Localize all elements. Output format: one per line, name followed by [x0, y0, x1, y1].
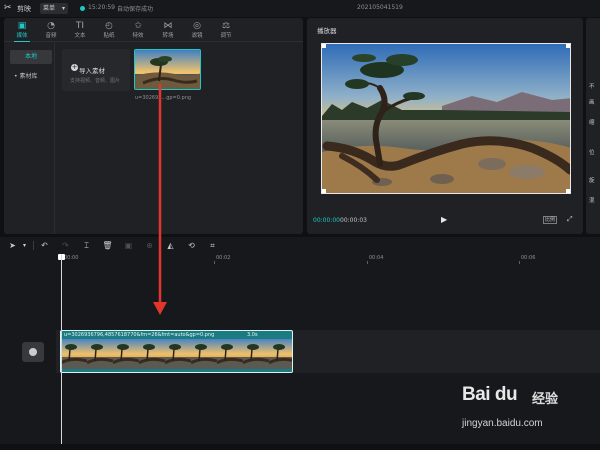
import-label: 导入素材 — [79, 67, 105, 75]
play-icon[interactable]: ▶ — [441, 215, 447, 224]
watermark-brand: Bai du — [462, 384, 518, 405]
tab-label: 文本 — [74, 33, 86, 39]
tab-audio[interactable]: ◔ 音频 — [37, 20, 65, 42]
media-panel: ▣ 媒体 ◔ 音频 TI 文本 ◴ 贴纸 ✩ 特效 ⋈ 转场 ◎ 滤镜 ⚖ 调节 — [4, 18, 303, 234]
media-item-name: u=302693...gp=0.png — [135, 95, 192, 101]
player-title: 播放器 — [317, 27, 337, 35]
total-time: 00:00:03 — [340, 217, 367, 224]
resize-handle[interactable] — [322, 44, 326, 48]
import-hint: 支持视频、音频、图片 — [70, 78, 121, 84]
tab-label: 媒体 — [16, 33, 28, 39]
video-preview[interactable] — [321, 43, 571, 194]
delete-icon[interactable]: 🗑 — [102, 240, 113, 251]
menu-label: 菜单 — [43, 5, 56, 12]
reverse-icon[interactable]: ⊕ — [144, 240, 155, 251]
rotate-icon[interactable]: ⟲ — [186, 240, 197, 251]
chevron-down-icon: ▾ — [61, 5, 65, 12]
tab-label: 转场 — [162, 33, 174, 39]
plus-icon: + — [71, 63, 78, 71]
transition-icon: ⋈ — [163, 21, 173, 31]
tab-filter[interactable]: ◎ 滤镜 — [183, 20, 211, 42]
media-thumbnail[interactable] — [134, 49, 201, 90]
adjust-icon: ⚖ — [221, 21, 231, 31]
resize-handle[interactable] — [566, 189, 570, 193]
filter-icon: ◎ — [193, 21, 201, 31]
property-label: 不 — [589, 84, 595, 90]
property-label: 旋 — [589, 178, 595, 184]
divider — [33, 241, 34, 250]
property-label: 位 — [589, 150, 595, 156]
tab-sticker[interactable]: ◴ 贴纸 — [95, 20, 123, 42]
tree-image — [135, 50, 200, 89]
playhead[interactable] — [61, 254, 62, 450]
watermark-url: jingyan.baidu.com — [462, 418, 543, 429]
property-label: 缩 — [589, 120, 595, 126]
ruler-label: 00:06 — [521, 255, 536, 261]
mirror-icon[interactable]: ◭ — [165, 240, 176, 251]
fullscreen-icon[interactable]: ⤢ — [567, 215, 573, 224]
sidebar-item-library[interactable]: • 素材库 — [10, 70, 52, 84]
tree-preview-image — [322, 44, 570, 193]
select-cursor-icon[interactable]: ➤ — [7, 240, 18, 251]
save-status: 自动保存成功 — [117, 6, 154, 13]
resize-handle[interactable] — [322, 189, 326, 193]
tab-label: 音频 — [45, 33, 57, 39]
chevron-down-icon[interactable]: ▾ — [19, 240, 30, 251]
baidu-watermark: Bai du 经验 jingyan.baidu.com — [462, 384, 592, 440]
ruler-tick — [519, 261, 520, 264]
property-label: 画 — [589, 100, 595, 106]
player-panel: 播放器 00:00:00 00:00:03 ▶ 比例 ⤢ — [307, 18, 583, 234]
cover-button[interactable] — [22, 342, 44, 362]
app-logo-icon: ✂ — [4, 3, 12, 13]
media-icon: ▣ — [17, 21, 27, 31]
tab-label: 滤镜 — [191, 33, 203, 39]
clip-duration: 3.0s — [247, 332, 258, 338]
ruler-label: 00:00 — [64, 255, 79, 261]
property-label: 混 — [589, 198, 595, 204]
resize-handle[interactable] — [566, 44, 570, 48]
ruler-label: 00:02 — [216, 255, 231, 261]
tab-label: 调节 — [220, 33, 232, 39]
tab-transition[interactable]: ⋈ 转场 — [154, 20, 182, 42]
project-title: 202105041519 — [357, 4, 403, 11]
track-header — [0, 254, 56, 450]
sticker-icon: ◴ — [105, 21, 113, 31]
split-icon[interactable]: ⌶ — [81, 240, 92, 251]
text-icon: TI — [75, 21, 85, 31]
menu-button[interactable]: 菜单 ▾ — [40, 3, 68, 14]
clip-name: u=3026936796,4857618770&fm=26&fmt=auto&g… — [64, 332, 215, 338]
freeze-icon[interactable]: ▣ — [123, 240, 134, 251]
horizontal-scrollbar[interactable] — [0, 444, 600, 450]
audio-icon: ◔ — [47, 21, 55, 31]
title-bar: ✂ 剪映 菜单 ▾ 15:20:59 自动保存成功 202105041519 — [0, 0, 600, 17]
effects-icon: ✩ — [134, 21, 142, 31]
redo-icon[interactable]: ↷ — [60, 240, 71, 251]
tab-adjust[interactable]: ⚖ 调节 — [212, 20, 240, 42]
clip-filmstrip — [61, 339, 292, 369]
undo-icon[interactable]: ↶ — [39, 240, 50, 251]
tab-media[interactable]: ▣ 媒体 — [8, 20, 36, 42]
tab-effects[interactable]: ✩ 特效 — [124, 20, 152, 42]
aspect-ratio-button[interactable]: 比例 — [543, 216, 558, 224]
crop-icon[interactable]: ⌗ — [207, 240, 218, 251]
app-name: 剪映 — [17, 5, 31, 13]
timeline-toolbar: ➤ ▾ ↶ ↷ ⌶ 🗑 ▣ ⊕ ◭ ⟲ ⌗ — [0, 237, 600, 254]
current-time: 00:00:00 — [313, 217, 340, 224]
sidebar-item-local[interactable]: 本地 — [10, 50, 52, 64]
ruler-label: 00:04 — [369, 255, 384, 261]
tab-label: 特效 — [132, 33, 144, 39]
tab-text[interactable]: TI 文本 — [66, 20, 94, 42]
video-clip[interactable]: u=3026936796,4857618770&fm=26&fmt=auto&g… — [60, 330, 293, 373]
media-toolbar: ▣ 媒体 ◔ 音频 TI 文本 ◴ 贴纸 ✩ 特效 ⋈ 转场 ◎ 滤镜 ⚖ 调节 — [4, 18, 303, 42]
time-ruler[interactable]: 00:00 00:02 00:04 00:06 — [56, 254, 600, 264]
ruler-tick — [214, 261, 215, 264]
media-side-nav: 本地 • 素材库 — [4, 43, 55, 234]
tab-label: 贴纸 — [103, 33, 115, 39]
ruler-tick — [367, 261, 368, 264]
import-media-button[interactable]: + 导入素材 支持视频、音频、图片 — [62, 49, 130, 91]
save-time: 15:20:59 — [88, 4, 115, 11]
properties-panel: 不 画 缩 位 旋 混 — [586, 18, 600, 234]
save-status-icon — [80, 6, 85, 11]
watermark-jingyan: 经验 — [532, 392, 559, 407]
